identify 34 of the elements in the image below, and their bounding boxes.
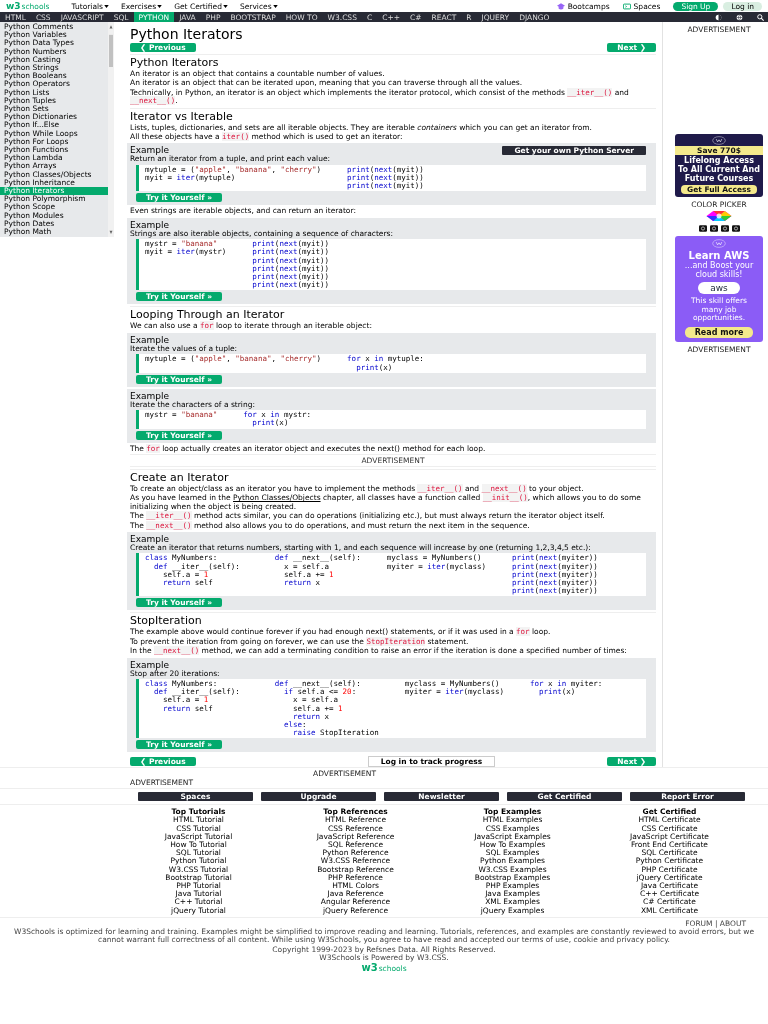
section-heading: Looping Through an Iterator xyxy=(130,306,656,322)
aws-headline: Learn AWS xyxy=(688,250,750,261)
cap-icon xyxy=(556,2,565,10)
example-title: Example xyxy=(130,390,170,401)
caret-icon xyxy=(104,4,109,8)
caret-icon xyxy=(222,4,228,8)
section-heading: Create an Iterator xyxy=(130,468,656,484)
caret-icon xyxy=(157,4,163,8)
page-title: Python Iterators xyxy=(130,26,244,42)
caret-icon xyxy=(272,4,278,8)
promo-headline: Lifelong Access To All Current And Future Courses xyxy=(677,155,761,184)
section-heading: StopIteration xyxy=(130,612,656,628)
example-title: Example xyxy=(130,659,170,670)
globe-icon[interactable] xyxy=(736,13,743,21)
example-title: Example xyxy=(130,219,170,230)
theme-icon[interactable] xyxy=(715,13,722,21)
social-icon[interactable] xyxy=(720,225,729,232)
example-title: Example xyxy=(130,145,170,156)
color-wheel-icon[interactable] xyxy=(706,211,732,221)
aws-subline: ...and Boost your cloud skills! xyxy=(683,261,755,279)
scrollbar[interactable] xyxy=(108,22,114,238)
search-icon[interactable] xyxy=(757,13,764,21)
social-icon[interactable] xyxy=(709,225,718,232)
logo-icon xyxy=(712,239,726,248)
example-title: Example xyxy=(130,334,170,345)
social-icon[interactable] xyxy=(698,225,707,232)
example-title: Example xyxy=(130,533,170,544)
cloud-badge: aws xyxy=(698,282,740,294)
read-more-button[interactable]: Read more xyxy=(684,326,754,338)
logo-icon xyxy=(712,136,726,145)
spaces-icon xyxy=(622,2,631,10)
social-icon[interactable] xyxy=(731,225,740,232)
section-heading: Python Iterators xyxy=(130,54,656,69)
section-heading: Iterator vs Iterable xyxy=(130,107,656,123)
